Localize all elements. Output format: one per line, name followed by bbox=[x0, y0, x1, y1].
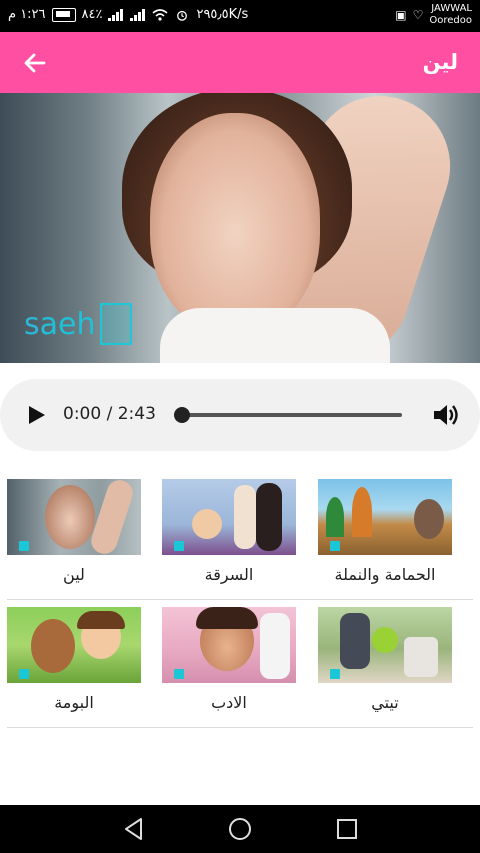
carrier-2: Ooredoo bbox=[429, 15, 472, 26]
app-bar: لين bbox=[0, 32, 480, 93]
audio-player: 0:00 / 2:43 bbox=[0, 379, 480, 451]
song-tile[interactable]: البومة bbox=[7, 607, 141, 712]
song-row: تيتي الادب البومة bbox=[0, 607, 480, 728]
channel-watermark-logo: s aeh bbox=[24, 303, 132, 345]
page-title: لين bbox=[422, 50, 458, 74]
status-left-group: ١:٢٦ م ٨٤٪ ٢٩٥٫٥K/s bbox=[8, 7, 248, 22]
network-speed: ٢٩٥٫٥K/s bbox=[196, 7, 249, 22]
clock: ١:٢٦ م bbox=[8, 7, 46, 22]
song-tile[interactable]: تيتي bbox=[318, 607, 452, 712]
song-title: الادب bbox=[211, 693, 247, 712]
recents-square-icon[interactable] bbox=[334, 816, 360, 842]
status-bar: ١:٢٦ م ٨٤٪ ٢٩٥٫٥K/s ▣ ♡ JAWWAL Ooredoo bbox=[0, 0, 480, 32]
video-player[interactable]: s aeh bbox=[0, 93, 480, 363]
row-divider bbox=[7, 599, 473, 600]
wifi-icon bbox=[152, 8, 168, 21]
song-tile[interactable]: السرقة bbox=[162, 479, 296, 584]
song-thumbnail bbox=[7, 479, 141, 555]
back-button[interactable] bbox=[18, 46, 52, 80]
volume-icon[interactable] bbox=[432, 402, 460, 428]
song-title: تيتي bbox=[371, 693, 399, 712]
carrier-1: JAWWAL bbox=[431, 3, 472, 14]
play-icon[interactable] bbox=[24, 403, 48, 427]
status-right-group: ▣ ♡ JAWWAL Ooredoo bbox=[395, 3, 472, 27]
arrow-left-icon bbox=[24, 53, 46, 73]
battery-level: ٨٤٪ bbox=[81, 7, 103, 22]
song-title: الحمامة والنملة bbox=[334, 565, 436, 584]
video-scene-dress bbox=[160, 308, 390, 363]
song-tile[interactable]: الادب bbox=[162, 607, 296, 712]
signal-icon bbox=[130, 8, 146, 21]
seek-bar[interactable] bbox=[176, 413, 402, 417]
song-tile[interactable]: لين bbox=[7, 479, 141, 584]
battery-icon bbox=[51, 7, 76, 22]
carrier-names: JAWWAL Ooredoo bbox=[429, 3, 472, 27]
signal-icon bbox=[108, 8, 124, 21]
song-thumbnail bbox=[318, 479, 452, 555]
sim-icon: ▣ bbox=[395, 8, 407, 22]
seek-handle[interactable] bbox=[174, 407, 190, 423]
song-thumbnail bbox=[162, 607, 296, 683]
song-title: السرقة bbox=[204, 565, 254, 584]
row-divider bbox=[7, 727, 473, 728]
back-triangle-icon[interactable] bbox=[121, 816, 147, 842]
song-thumbnail bbox=[162, 479, 296, 555]
home-circle-icon[interactable] bbox=[227, 816, 253, 842]
song-thumbnail bbox=[7, 607, 141, 683]
song-tile[interactable]: الحمامة والنملة bbox=[318, 479, 452, 584]
video-scene-face bbox=[150, 113, 320, 333]
song-row: الحمامة والنملة السرقة لين bbox=[0, 479, 480, 600]
system-nav-bar bbox=[0, 805, 480, 853]
song-title: لين bbox=[63, 565, 85, 584]
song-thumbnail bbox=[318, 607, 452, 683]
time-display: 0:00 / 2:43 bbox=[63, 404, 156, 424]
song-title: البومة bbox=[54, 693, 94, 712]
alarm-icon bbox=[177, 10, 188, 21]
heart-rate-icon: ♡ bbox=[412, 8, 424, 22]
